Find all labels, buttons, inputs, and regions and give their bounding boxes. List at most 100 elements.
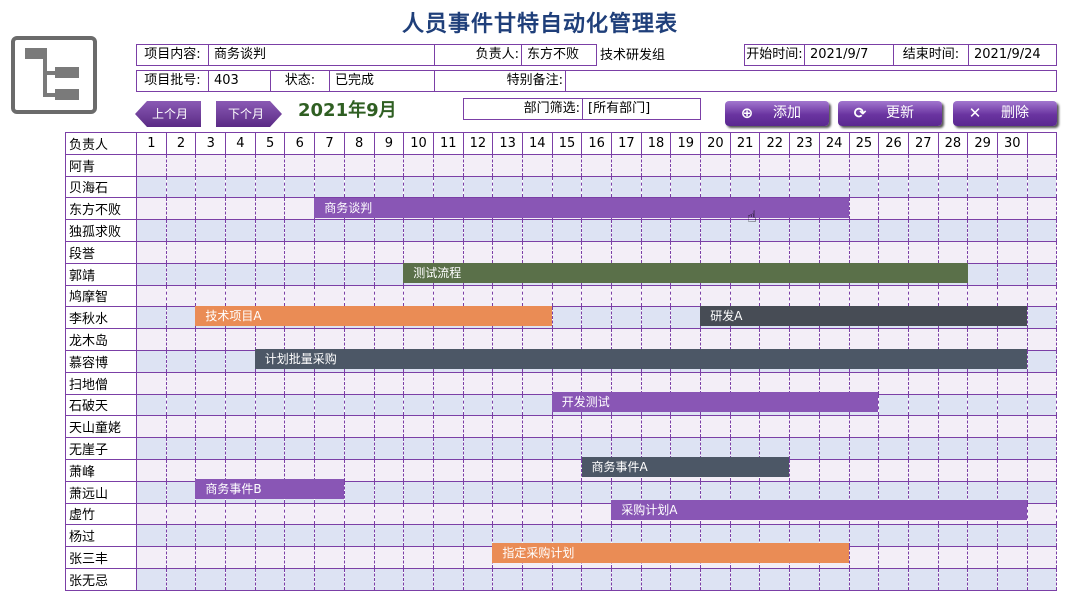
day-cell[interactable] (225, 437, 256, 460)
day-cell[interactable] (314, 437, 345, 460)
day-cell[interactable] (403, 219, 434, 242)
day-cell[interactable] (937, 153, 969, 177)
day-cell[interactable] (492, 415, 523, 439)
day-cell[interactable] (195, 153, 227, 177)
day-cell[interactable] (729, 284, 761, 308)
day-cell[interactable] (907, 219, 939, 242)
day-cell[interactable] (373, 371, 405, 395)
day-cell[interactable] (789, 175, 820, 199)
day-cell[interactable] (611, 175, 642, 199)
person-row[interactable]: 龙木岛 (65, 328, 1058, 351)
day-cell[interactable] (403, 458, 434, 482)
day-cell[interactable] (670, 219, 702, 242)
day-cell[interactable] (878, 284, 909, 308)
day-cell[interactable] (373, 458, 405, 482)
day-cell[interactable] (432, 371, 464, 395)
person-row[interactable]: 天山童姥 (65, 415, 1058, 439)
day-cell[interactable] (818, 437, 850, 460)
day-cell[interactable] (670, 371, 702, 395)
day-cell[interactable] (937, 546, 969, 569)
day-cell[interactable] (729, 415, 761, 439)
day-cell[interactable] (403, 480, 434, 504)
day-cell[interactable] (967, 219, 998, 242)
day-cell[interactable] (551, 437, 583, 460)
day-cell[interactable] (195, 393, 227, 417)
day-cell[interactable] (165, 328, 197, 351)
day-cell[interactable] (1026, 306, 1058, 330)
day-cell[interactable] (432, 328, 464, 351)
day-cell[interactable] (462, 415, 494, 439)
day-cell[interactable] (581, 328, 612, 351)
task-bar[interactable]: 研发A (700, 305, 1027, 326)
day-cell[interactable] (462, 458, 494, 482)
day-cell[interactable] (848, 240, 880, 264)
day-cell[interactable] (195, 262, 227, 286)
remark-field[interactable] (565, 70, 1057, 92)
day-cell[interactable] (432, 502, 464, 526)
day-cell[interactable] (996, 240, 1028, 264)
day-cell[interactable] (551, 502, 583, 526)
day-cell[interactable] (225, 175, 256, 199)
day-cell[interactable] (165, 153, 197, 177)
day-cell[interactable] (432, 567, 464, 592)
day-cell[interactable] (403, 437, 434, 460)
day-cell[interactable] (165, 284, 197, 308)
day-cell[interactable] (521, 371, 553, 395)
day-cell[interactable] (907, 197, 939, 221)
day-cell[interactable] (996, 415, 1028, 439)
day-cell[interactable] (907, 284, 939, 308)
day-cell[interactable] (1026, 480, 1058, 504)
day-cell[interactable] (907, 546, 939, 569)
day-cell[interactable] (996, 175, 1028, 199)
day-cell[interactable] (314, 219, 345, 242)
day-cell[interactable] (551, 458, 583, 482)
day-cell[interactable] (848, 175, 880, 199)
day-cell[interactable] (165, 262, 197, 286)
next-month-button[interactable]: 下个月 (216, 101, 282, 127)
day-cell[interactable] (878, 371, 909, 395)
day-cell[interactable] (225, 415, 256, 439)
day-cell[interactable] (759, 219, 791, 242)
day-cell[interactable] (700, 371, 731, 395)
day-cell[interactable] (521, 458, 553, 482)
day-cell[interactable] (462, 546, 494, 569)
day-cell[interactable] (165, 524, 197, 548)
day-cell[interactable] (640, 306, 672, 330)
department-filter-select[interactable]: [所有部门] (582, 98, 701, 120)
day-cell[interactable] (462, 393, 494, 417)
day-cell[interactable] (343, 393, 375, 417)
day-cell[interactable] (314, 567, 345, 592)
day-cell[interactable] (136, 502, 167, 526)
day-cell[interactable] (848, 458, 880, 482)
day-cell[interactable] (403, 284, 434, 308)
day-cell[interactable] (136, 480, 167, 504)
day-cell[interactable] (136, 262, 167, 286)
day-cell[interactable] (521, 219, 553, 242)
day-cell[interactable] (314, 153, 345, 177)
day-cell[interactable] (1026, 502, 1058, 526)
day-cell[interactable] (343, 371, 375, 395)
day-cell[interactable] (1026, 262, 1058, 286)
day-cell[interactable] (343, 437, 375, 460)
day-cell[interactable] (314, 284, 345, 308)
day-cell[interactable] (314, 393, 345, 417)
day-cell[interactable] (729, 567, 761, 592)
day-cell[interactable] (818, 284, 850, 308)
day-cell[interactable] (492, 371, 523, 395)
day-cell[interactable] (284, 415, 316, 439)
day-cell[interactable] (581, 175, 612, 199)
day-cell[interactable] (878, 197, 909, 221)
day-cell[interactable] (640, 219, 672, 242)
day-cell[interactable] (136, 240, 167, 264)
day-cell[interactable] (996, 328, 1028, 351)
person-row[interactable]: 段誉 (65, 240, 1058, 264)
task-bar[interactable]: 技术项目A (195, 305, 552, 326)
day-cell[interactable] (551, 219, 583, 242)
day-cell[interactable] (373, 153, 405, 177)
day-cell[interactable] (848, 284, 880, 308)
project-content-field[interactable]: 商务谈判 (208, 44, 435, 66)
day-cell[interactable] (462, 524, 494, 548)
day-cell[interactable] (581, 153, 612, 177)
day-cell[interactable] (403, 153, 434, 177)
end-time-field[interactable]: 2021/9/24 (968, 44, 1057, 66)
